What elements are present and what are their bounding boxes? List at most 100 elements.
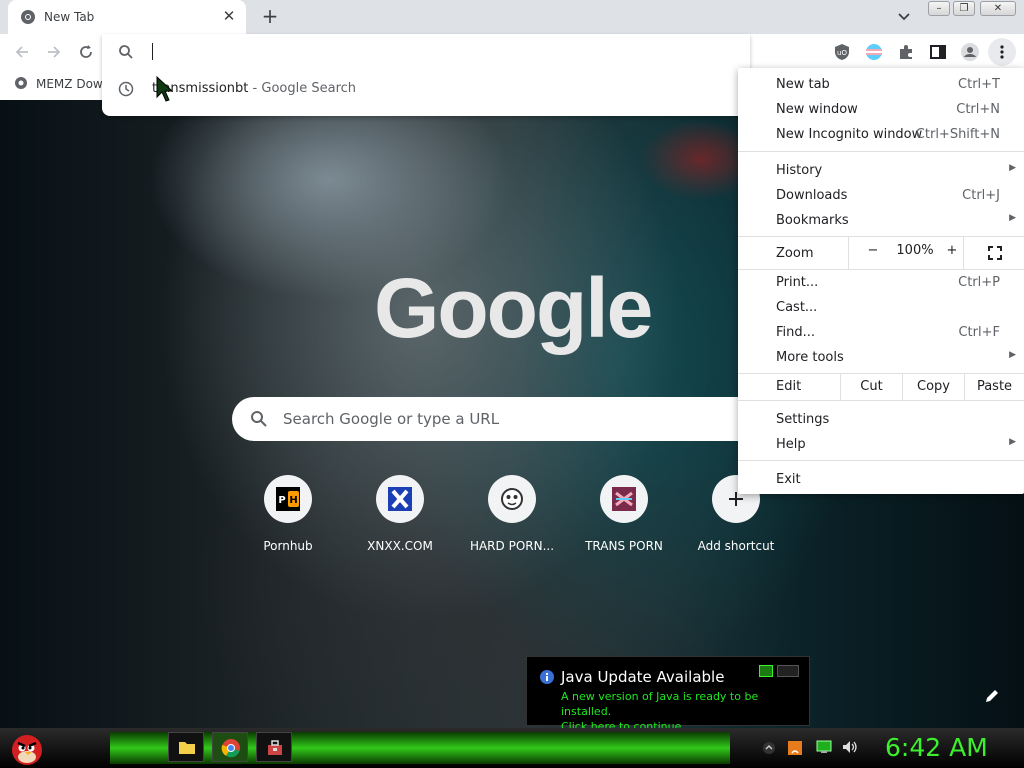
minimize-button[interactable]: – bbox=[928, 1, 950, 16]
ublock-icon[interactable]: uO bbox=[832, 42, 852, 62]
paste-button[interactable]: Paste bbox=[964, 374, 1024, 400]
menu-item-settings[interactable]: Settings bbox=[738, 407, 1024, 432]
suggestion-source: Google Search bbox=[261, 81, 357, 96]
chevron-right-icon: ▶ bbox=[1009, 350, 1016, 360]
menu-label: Exit bbox=[776, 472, 801, 487]
trans-icon bbox=[612, 487, 636, 511]
menu-label: Bookmarks bbox=[776, 213, 849, 228]
chrome-icon bbox=[21, 10, 35, 24]
search-icon bbox=[119, 45, 133, 59]
sidepanel-icon[interactable] bbox=[928, 42, 948, 62]
menu-item-incognito[interactable]: New Incognito window Ctrl+Shift+N bbox=[738, 122, 1024, 147]
shortcut-title: XNXX.COM bbox=[367, 539, 433, 553]
menu-label: Downloads bbox=[776, 188, 848, 203]
fullscreen-button[interactable] bbox=[963, 237, 1024, 269]
trans-flag-icon[interactable] bbox=[864, 42, 884, 62]
bookmark-memz[interactable]: MEMZ Dow bbox=[14, 76, 103, 91]
shortcut-icon-bg bbox=[488, 475, 536, 523]
menu-label: Zoom bbox=[776, 246, 814, 261]
kebab-menu-icon bbox=[1000, 45, 1004, 59]
menu-shortcut: Ctrl+F bbox=[958, 325, 1000, 340]
menu-item-exit[interactable]: Exit bbox=[738, 467, 1024, 492]
pencil-icon[interactable] bbox=[984, 688, 1000, 704]
menu-shortcut: Ctrl+J bbox=[962, 188, 1000, 203]
window-close-button[interactable]: ✕ bbox=[980, 1, 1016, 16]
java-close-button[interactable] bbox=[777, 665, 799, 677]
shortcut-tile[interactable]: PH Pornhub bbox=[232, 475, 344, 565]
menu-item-print[interactable]: Print... Ctrl+P bbox=[738, 270, 1024, 295]
zoom-out-button[interactable]: − bbox=[863, 243, 883, 258]
chevron-down-icon[interactable] bbox=[893, 8, 915, 26]
shortcut-tile[interactable]: HARD PORN... bbox=[456, 475, 568, 565]
shortcut-title: Add shortcut bbox=[697, 539, 775, 553]
folder-icon bbox=[179, 742, 195, 754]
java-icon[interactable] bbox=[787, 739, 803, 757]
forward-arrow-icon[interactable] bbox=[44, 42, 64, 62]
suggestion-separator: - bbox=[248, 81, 262, 96]
menu-item-zoom: Zoom − 100% + bbox=[738, 237, 1024, 269]
menu-item-more-tools[interactable]: More tools ▶ bbox=[738, 345, 1024, 370]
search-icon bbox=[251, 411, 267, 427]
menu-label: New window bbox=[776, 102, 858, 117]
menu-shortcut: Ctrl+T bbox=[958, 77, 1000, 92]
bookmark-label: MEMZ Dow bbox=[36, 77, 103, 91]
volume-icon[interactable] bbox=[842, 740, 858, 754]
menu-item-help[interactable]: Help ▶ bbox=[738, 432, 1024, 457]
shortcut-tile[interactable]: TRANS PORN bbox=[568, 475, 680, 565]
menu-label: Cast... bbox=[776, 300, 818, 315]
menu-shortcut: Ctrl+Shift+N bbox=[915, 127, 1000, 142]
menu-item-new-window[interactable]: New window Ctrl+N bbox=[738, 97, 1024, 122]
omnibox-suggestion[interactable]: transmissionbt - Google Search bbox=[152, 81, 356, 96]
shortcut-tile[interactable]: XNXX.COM bbox=[344, 475, 456, 565]
up-arrow-icon[interactable] bbox=[762, 741, 776, 755]
menu-item-cast[interactable]: Cast... bbox=[738, 295, 1024, 320]
shortcut-title: TRANS PORN bbox=[585, 539, 663, 553]
zoom-in-button[interactable]: + bbox=[942, 243, 962, 258]
network-icon[interactable] bbox=[816, 740, 832, 754]
chevron-right-icon: ▶ bbox=[1009, 213, 1016, 223]
shortcut-title: Pornhub bbox=[263, 539, 313, 553]
svg-text:uO: uO bbox=[837, 49, 847, 57]
new-tab-button[interactable]: + bbox=[259, 6, 281, 28]
puzzle-icon[interactable] bbox=[896, 42, 916, 62]
taskbar-explorer[interactable] bbox=[168, 732, 204, 762]
tab-new-tab[interactable]: New Tab ✕ bbox=[8, 0, 246, 34]
search-placeholder: Search Google or type a URL bbox=[283, 410, 500, 428]
shortcut-icon-bg: PH bbox=[264, 475, 312, 523]
taskbar-app[interactable] bbox=[256, 732, 292, 762]
java-line-1: A new version of Java is ready to be ins… bbox=[561, 690, 759, 718]
menu-divider bbox=[738, 400, 1024, 401]
menu-label: More tools bbox=[776, 350, 844, 365]
chevron-right-icon: ▶ bbox=[1009, 163, 1016, 173]
menu-label: History bbox=[776, 163, 823, 178]
svg-text:P: P bbox=[278, 495, 285, 506]
shortcut-icon-bg bbox=[600, 475, 648, 523]
omnibox-input[interactable] bbox=[152, 43, 153, 60]
ntp-search-box[interactable]: Search Google or type a URL bbox=[232, 397, 792, 441]
close-icon[interactable]: ✕ bbox=[220, 7, 238, 25]
x-icon bbox=[388, 487, 412, 511]
restore-button[interactable]: ❐ bbox=[953, 1, 975, 16]
chrome-icon bbox=[221, 739, 240, 758]
taskbar-chrome[interactable] bbox=[212, 732, 248, 762]
menu-item-new-tab[interactable]: New tab Ctrl+T bbox=[738, 72, 1024, 97]
profile-icon[interactable] bbox=[960, 42, 980, 62]
taskbar-clock[interactable]: 6:42 AM bbox=[885, 733, 988, 762]
menu-item-edit: Edit Cut Copy Paste bbox=[738, 374, 1024, 400]
java-update-notification[interactable]: Java Update Available A new version of J… bbox=[526, 656, 810, 733]
reload-icon[interactable] bbox=[76, 42, 96, 62]
menu-label: New Incognito window bbox=[776, 127, 923, 142]
back-arrow-icon[interactable] bbox=[12, 42, 32, 62]
chrome-menu: New tab Ctrl+T New window Ctrl+N New Incog… bbox=[738, 68, 1024, 494]
angry-bird-icon[interactable] bbox=[8, 730, 46, 766]
copy-button[interactable]: Copy bbox=[902, 374, 964, 400]
menu-item-bookmarks[interactable]: Bookmarks ▶ bbox=[738, 208, 1024, 233]
cut-button[interactable]: Cut bbox=[840, 374, 902, 400]
tab-title: New Tab bbox=[44, 10, 95, 24]
mouse-cursor-icon bbox=[156, 75, 174, 102]
info-icon bbox=[540, 670, 554, 684]
menu-item-find[interactable]: Find... Ctrl+F bbox=[738, 320, 1024, 345]
menu-button[interactable] bbox=[988, 38, 1016, 66]
menu-item-downloads[interactable]: Downloads Ctrl+J bbox=[738, 183, 1024, 208]
menu-item-history[interactable]: History ▶ bbox=[738, 158, 1024, 183]
